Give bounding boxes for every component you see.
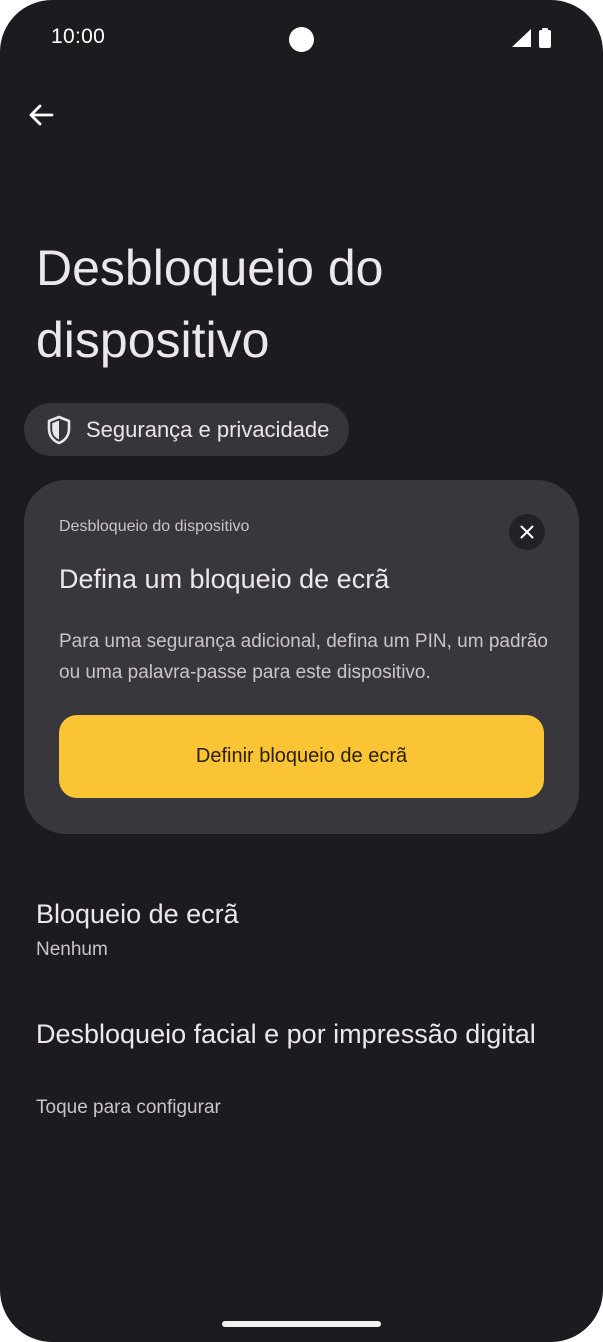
close-icon [520,525,534,539]
dismiss-card-button[interactable] [509,514,545,550]
set-screen-lock-button[interactable]: Definir bloqueio de ecrã [59,715,544,798]
status-bar: 10:00 [0,0,603,76]
page-title: Desbloqueio do dispositivo [36,240,384,368]
phone-screen: 10:00 Desbloqueio do dispositivo Seguran… [0,0,603,1342]
card-body: Para uma segurança adicional, defina um … [59,631,548,683]
battery-icon [539,28,551,48]
arrow-back-icon [29,104,54,126]
shield-icon [47,415,71,444]
preference-summary: Nenhum [36,939,108,960]
face-fingerprint-unlock-preference[interactable]: Desbloqueio facial e por impressão digit… [0,1000,603,1140]
front-camera [289,27,314,52]
back-button[interactable] [18,92,64,138]
preference-title: Desbloqueio facial e por impressão digit… [36,1019,536,1049]
screen-lock-preference[interactable]: Bloqueio de ecrã Nenhum [0,880,603,980]
preference-summary: Toque para configurar [36,1097,221,1118]
home-gesture-bar[interactable] [222,1321,381,1327]
card-title: Defina um bloqueio de ecrã [59,564,390,594]
security-privacy-chip[interactable]: Segurança e privacidade [24,403,350,456]
card-overline: Desbloqueio do dispositivo [59,518,250,535]
status-time: 10:00 [51,25,106,48]
signal-icon [512,29,531,47]
screen-lock-suggestion-card: Desbloqueio do dispositivo Defina um blo… [24,480,579,834]
chip-label: Segurança e privacidade [86,416,330,442]
preference-title: Bloqueio de ecrã [36,899,239,929]
